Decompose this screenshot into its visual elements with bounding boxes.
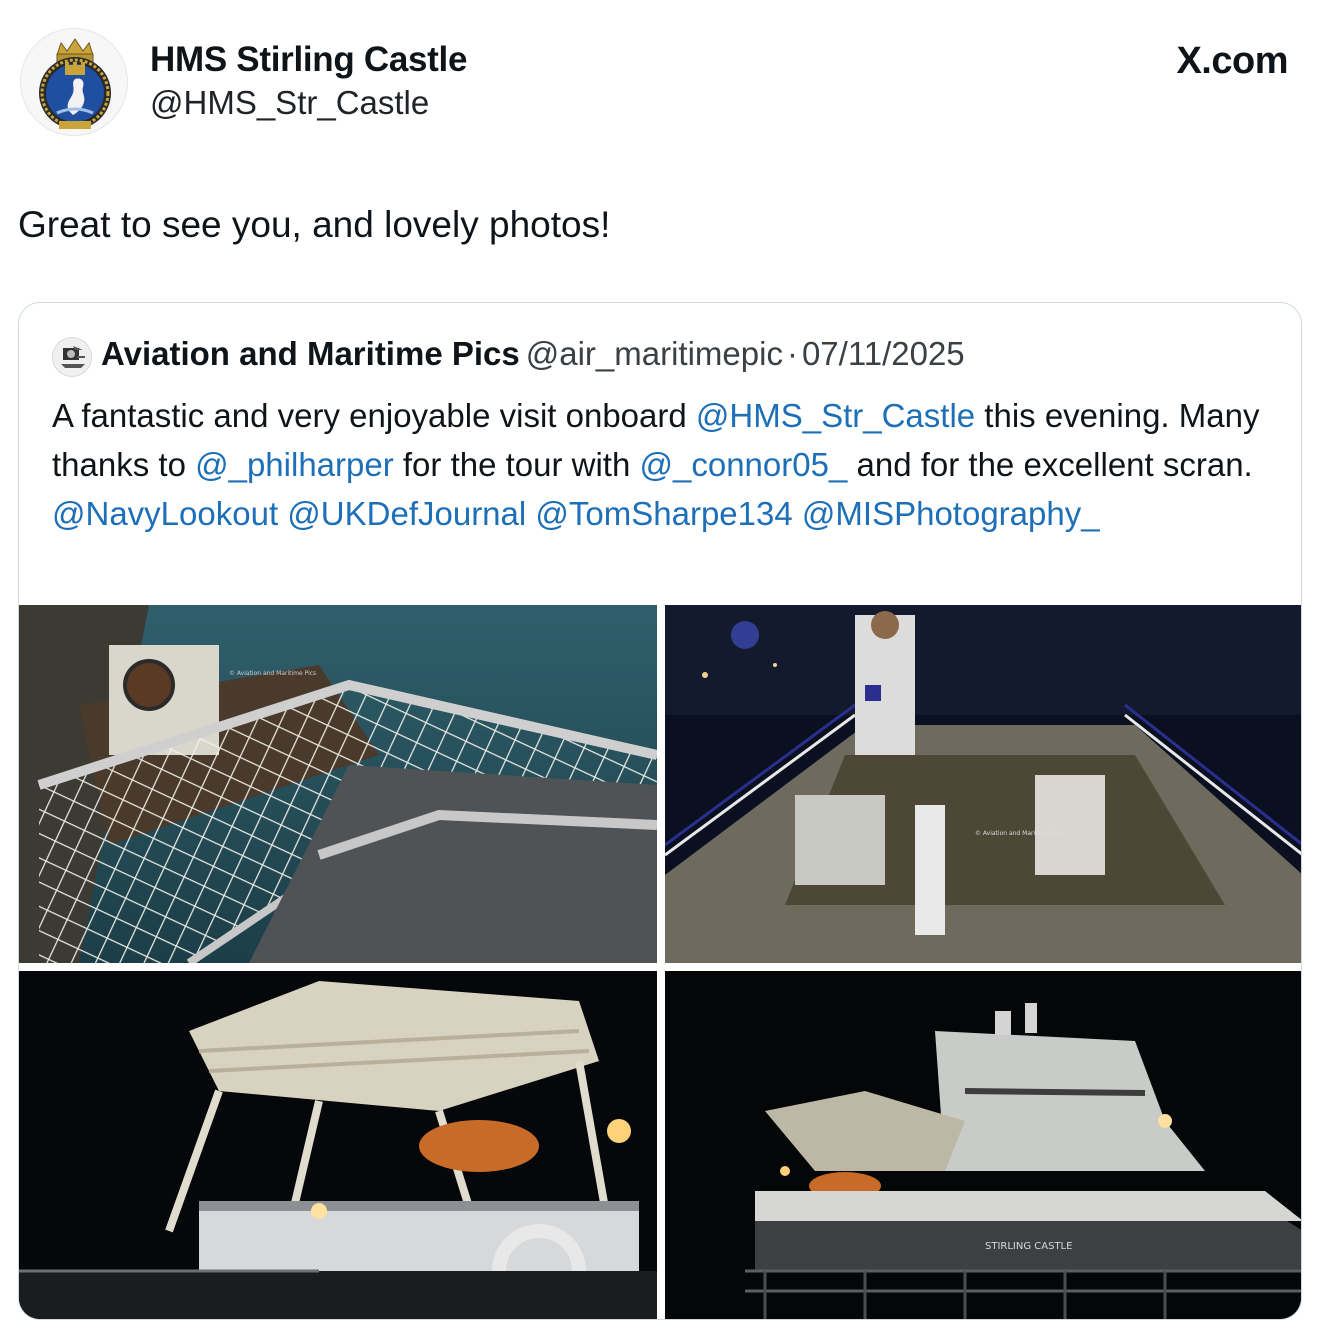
hull-lettering: STIRLING CASTLE: [985, 1241, 1072, 1252]
quoted-post-card[interactable]: Aviation and Maritime Pics @air_maritimep…: [18, 302, 1302, 1320]
author-avatar[interactable]: [20, 28, 128, 136]
mention-link[interactable]: @TomSharpe134: [535, 495, 792, 532]
post-text: Great to see you, and lovely photos!: [18, 204, 611, 245]
quoted-author-name[interactable]: Aviation and Maritime Pics: [101, 335, 520, 372]
author-handle[interactable]: @HMS_Str_Castle: [150, 84, 429, 122]
header-separator: ·: [786, 335, 798, 372]
author-display-name[interactable]: HMS Stirling Castle: [150, 40, 467, 80]
helideck-lifeboat-night-photo[interactable]: [19, 971, 657, 1319]
ship-crest-icon: [39, 38, 111, 129]
quoted-text-segment: and for the excellent scran.: [847, 446, 1253, 483]
quoted-post-date[interactable]: 07/11/2025: [802, 335, 965, 372]
quoted-text-segment: A fantastic and very enjoyable visit onb…: [52, 397, 696, 434]
mention-link[interactable]: @UKDefJournal: [287, 495, 526, 532]
photo-watermark: © Aviation and Maritime Pics: [229, 670, 316, 677]
helideck-safety-net-photo[interactable]: © Aviation and Maritime Pics: [19, 605, 657, 963]
photo-watermark: © Aviation and Maritime Pics: [975, 830, 1062, 837]
site-logo: X.com: [1176, 40, 1288, 82]
camera-plane-logo-icon: [61, 346, 85, 368]
aft-deck-night-photo[interactable]: © Aviation and Maritime Pics: [665, 605, 1301, 963]
quoted-text-segment: for the tour with: [393, 446, 640, 483]
mention-link[interactable]: @_connor05_: [640, 446, 848, 483]
quoted-author-avatar[interactable]: [52, 337, 92, 377]
mention-link[interactable]: @_philharper: [195, 446, 394, 483]
mention-link[interactable]: @HMS_Str_Castle: [696, 397, 975, 434]
mention-link[interactable]: @NavyLookout: [52, 495, 278, 532]
quoted-post-text: A fantastic and very enjoyable visit onb…: [52, 391, 1282, 538]
quoted-post-header: Aviation and Maritime Pics @air_maritimep…: [101, 335, 965, 373]
mention-link[interactable]: @MISPhotography_: [802, 495, 1100, 532]
ship-bow-night-photo[interactable]: STIRLING CASTLE: [665, 971, 1301, 1319]
quoted-author-handle[interactable]: @air_maritimepic: [526, 335, 783, 372]
